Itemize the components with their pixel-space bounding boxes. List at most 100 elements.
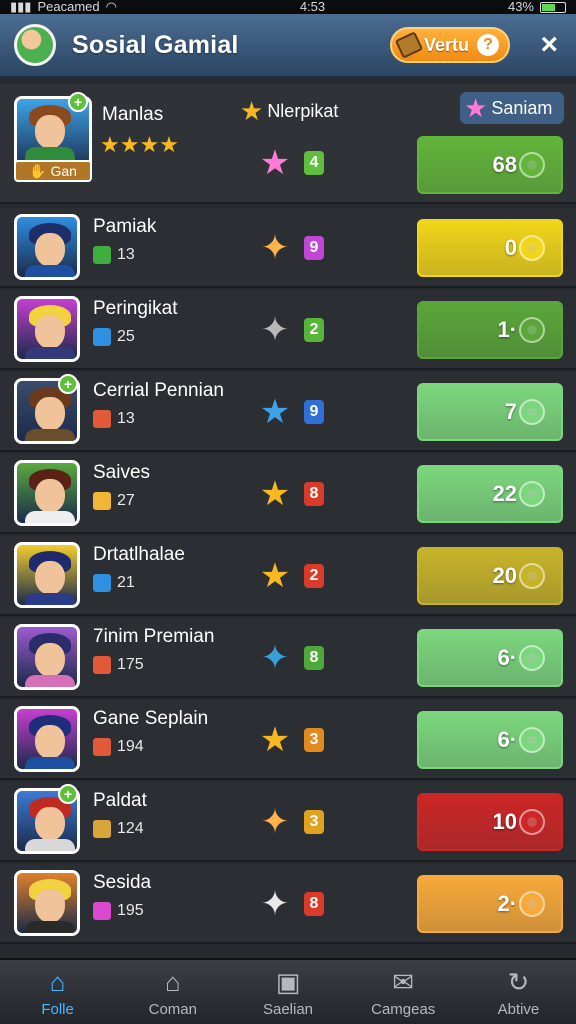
level-badge: 8 xyxy=(304,646,324,670)
player-name: Cerrial Pennian xyxy=(93,380,224,401)
currency-button[interactable]: Vertu ? xyxy=(390,27,510,63)
player-name: Pamiak xyxy=(93,216,157,237)
score-value: 22 xyxy=(492,481,517,506)
score-value: 10 xyxy=(492,809,517,834)
score-button[interactable]: 1· xyxy=(417,301,563,359)
player-stat: 21 xyxy=(93,574,135,592)
score-value: 7 xyxy=(504,399,517,424)
table-row[interactable]: Peringikat 25 ✦ 2 1· xyxy=(0,290,576,370)
nav-item-coman[interactable]: ⌂ Coman xyxy=(115,960,230,1024)
stat-icon xyxy=(93,656,111,674)
avatar[interactable] xyxy=(14,706,80,772)
bottom-nav: ⌂ Folle ⌂ Coman ▣ Saelian ✉ Camgeas ↻ Abtive xyxy=(0,958,576,1024)
hand-icon: ✋ xyxy=(29,162,47,179)
level-badge: 9 xyxy=(304,400,324,424)
score-button[interactable]: 20 xyxy=(417,547,563,605)
bag-icon: ▣ xyxy=(275,966,301,997)
score-value: 20 xyxy=(492,563,517,588)
score-button[interactable]: 6· xyxy=(417,711,563,769)
nav-item-camgeas[interactable]: ✉ Camgeas xyxy=(346,960,461,1024)
score-button[interactable]: 22 xyxy=(417,465,563,523)
stat-icon xyxy=(93,574,111,592)
mail-icon: ✉ xyxy=(392,966,415,997)
table-row[interactable]: + Paldat 124 ✦ 3 10 xyxy=(0,782,576,862)
nav-item-folle[interactable]: ⌂ Folle xyxy=(0,960,115,1024)
nav-item-abtive[interactable]: ↻ Abtive xyxy=(461,960,576,1024)
reward-icon: ★ xyxy=(259,475,291,513)
table-row[interactable]: + Cerrial Pennian 13 ★ 9 7 xyxy=(0,372,576,452)
player-stat: 27 xyxy=(93,492,135,510)
avatar[interactable] xyxy=(14,214,80,280)
save-column-button[interactable]: ★ Saniam xyxy=(460,92,564,124)
stat-value: 21 xyxy=(117,574,135,591)
avatar-face xyxy=(35,233,65,267)
avatar-face xyxy=(35,561,65,595)
table-row[interactable]: 7inim Premian 175 ✦ 8 6· xyxy=(0,618,576,698)
reward-icon: ★ xyxy=(259,144,291,182)
stat-icon xyxy=(93,902,111,920)
rank-column-label: ★ Nlerpikat xyxy=(240,96,338,127)
page-title: Sosial Gamial xyxy=(72,30,239,59)
player-tag-badge: ✋ Gan xyxy=(14,160,92,182)
level-badge: 3 xyxy=(304,728,324,752)
avatar[interactable] xyxy=(14,542,80,608)
stat-value: 27 xyxy=(117,492,135,509)
level-badge: 2 xyxy=(304,564,324,588)
table-row[interactable]: Gane Seplain 194 ★ 3 6· xyxy=(0,700,576,780)
avatar-body xyxy=(25,429,75,441)
home-icon: ⌂ xyxy=(49,966,66,997)
pink-star-icon: ★ xyxy=(464,92,488,123)
add-friend-icon[interactable]: + xyxy=(68,92,88,112)
player-stat: 13 xyxy=(93,410,135,428)
score-button[interactable]: 7 xyxy=(417,383,563,441)
coin-icon xyxy=(519,481,545,507)
table-row[interactable]: + Manlas ★★★★ ★ Nlerpikat ★ Saniam ✋ Gan ★ 4 68 xyxy=(0,84,576,204)
tag-label: Gan xyxy=(50,163,77,179)
score-value: 6· xyxy=(497,645,517,670)
stat-value: 13 xyxy=(117,410,135,427)
table-row[interactable]: Pamiak 13 ✦ 9 0 xyxy=(0,208,576,288)
avatar[interactable] xyxy=(14,870,80,936)
score-button[interactable]: 10 xyxy=(417,793,563,851)
score-value: 1· xyxy=(497,317,517,342)
coin-icon xyxy=(519,645,545,671)
table-row[interactable]: Sesida 195 ✦ 8 2· xyxy=(0,864,576,944)
refresh-icon: ↻ xyxy=(507,966,530,997)
reward-icon: ★ xyxy=(259,393,291,431)
stat-icon xyxy=(93,410,111,428)
battery-percent: 43% xyxy=(507,0,534,14)
help-icon[interactable]: ? xyxy=(477,34,500,56)
add-friend-icon[interactable]: + xyxy=(58,784,78,804)
table-row[interactable]: Saives 27 ★ 8 22 xyxy=(0,454,576,534)
save-label: Saniam xyxy=(491,97,553,118)
add-friend-icon[interactable]: + xyxy=(58,374,78,394)
score-button[interactable]: 6· xyxy=(417,629,563,687)
currency-label: Vertu xyxy=(424,34,470,55)
player-stat: 124 xyxy=(93,820,144,838)
avatar-face xyxy=(35,315,65,349)
score-button[interactable]: 68 xyxy=(417,136,563,194)
avatar[interactable] xyxy=(14,624,80,690)
stat-icon xyxy=(93,820,111,838)
app-logo xyxy=(14,24,56,66)
stat-value: 194 xyxy=(117,738,144,755)
level-badge: 2 xyxy=(304,318,324,342)
coin-icon xyxy=(519,152,545,178)
stat-value: 25 xyxy=(117,328,135,345)
avatar-body xyxy=(25,265,75,277)
avatar[interactable] xyxy=(14,460,80,526)
level-badge: 3 xyxy=(304,810,324,834)
rating-stars: ★★★★ xyxy=(100,132,179,157)
score-value: 6· xyxy=(497,727,517,752)
score-button[interactable]: 2· xyxy=(417,875,563,933)
nav-item-saelian[interactable]: ▣ Saelian xyxy=(230,960,345,1024)
avatar[interactable] xyxy=(14,296,80,362)
player-name: Paldat xyxy=(93,790,147,811)
table-row[interactable]: Drtatlhalae 21 ★ 2 20 xyxy=(0,536,576,616)
coin-icon xyxy=(519,235,545,261)
score-button[interactable]: 0 xyxy=(417,219,563,277)
nav-label: Saelian xyxy=(262,1000,314,1018)
player-name: 7inim Premian xyxy=(93,626,215,647)
close-button[interactable]: × xyxy=(540,30,558,60)
coin-icon xyxy=(519,727,545,753)
